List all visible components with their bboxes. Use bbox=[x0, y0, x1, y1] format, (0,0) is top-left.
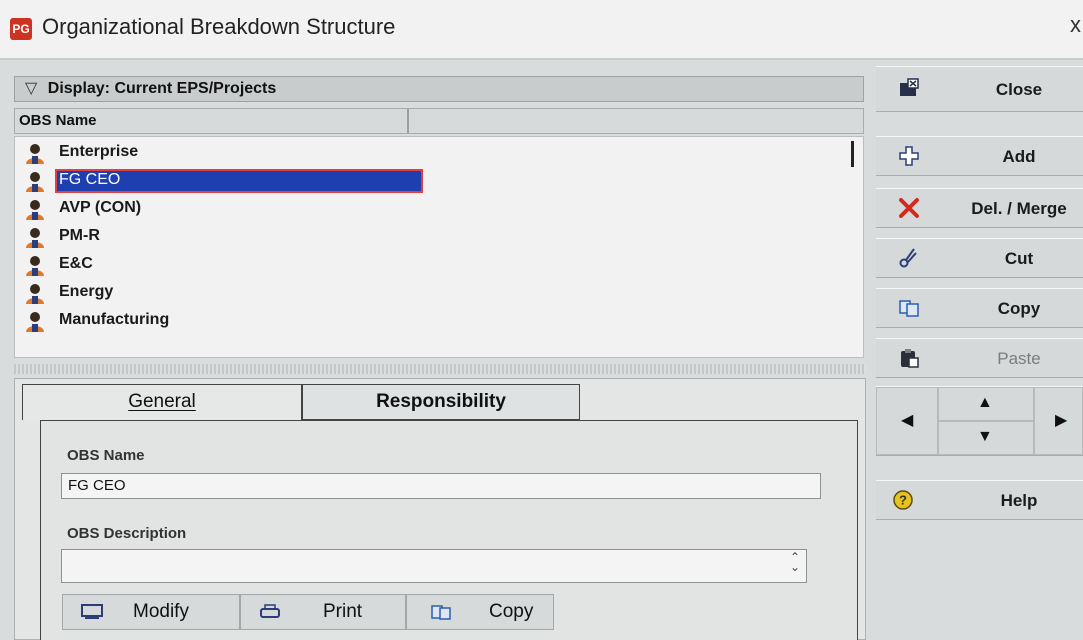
arrow-down-icon: ▼ bbox=[977, 428, 993, 445]
obs-description-field[interactable]: ⌃ ⌄ bbox=[61, 549, 807, 583]
tab-general[interactable]: General bbox=[22, 384, 302, 420]
tab-responsibility[interactable]: Responsibility bbox=[302, 384, 580, 420]
paste-button[interactable]: Paste bbox=[876, 338, 1083, 378]
obs-name-value: FG CEO bbox=[68, 477, 126, 494]
list-item-label: Enterprise bbox=[59, 143, 139, 160]
list-item-label: FG CEO bbox=[59, 171, 121, 188]
scroll-indicator[interactable] bbox=[851, 141, 854, 167]
display-filter-label: Display: Current EPS/Projects bbox=[47, 80, 277, 97]
list-item-label: PM-R bbox=[59, 227, 100, 244]
list-item[interactable]: PM-R bbox=[15, 223, 835, 251]
title-bar: PG Organizational Breakdown Structure x bbox=[0, 0, 1083, 60]
cut-icon bbox=[899, 248, 917, 268]
list-item[interactable]: FG CEO bbox=[15, 167, 835, 195]
person-icon bbox=[23, 283, 47, 305]
paste-icon bbox=[901, 349, 919, 368]
person-icon bbox=[23, 143, 47, 165]
column-header-obs-name[interactable]: OBS Name bbox=[15, 109, 409, 133]
spinner-icon[interactable]: ⌃ ⌄ bbox=[790, 551, 800, 573]
help-icon: ? bbox=[893, 490, 913, 510]
panel-splitter[interactable] bbox=[14, 364, 866, 374]
column-header: OBS Name bbox=[14, 108, 864, 134]
help-button[interactable]: ? Help bbox=[876, 480, 1083, 520]
cut-label: Cut bbox=[1004, 249, 1034, 268]
list-item[interactable]: AVP (CON) bbox=[15, 195, 835, 223]
add-button[interactable]: Add bbox=[876, 136, 1083, 176]
list-item[interactable]: Manufacturing bbox=[15, 307, 835, 335]
add-label: Add bbox=[1002, 147, 1036, 166]
detail-copy-label: Copy bbox=[489, 601, 534, 622]
nav-right-button[interactable]: ▶ bbox=[1034, 387, 1083, 455]
obs-description-label: OBS Description bbox=[67, 525, 187, 542]
person-icon bbox=[23, 255, 47, 277]
delete-icon bbox=[899, 198, 919, 218]
close-label: Close bbox=[995, 80, 1043, 99]
window-close-icon[interactable]: x bbox=[1070, 12, 1081, 38]
obs-list[interactable]: Enterprise FG CEO AVP (CON) PM-R E&C Energy Ma… bbox=[14, 136, 864, 358]
person-icon bbox=[23, 311, 47, 333]
person-icon bbox=[23, 199, 47, 221]
nav-left-button[interactable]: ◀ bbox=[876, 387, 938, 455]
toolbar-copy-icon bbox=[899, 300, 919, 317]
print-label: Print bbox=[323, 601, 363, 622]
modify-icon bbox=[81, 604, 103, 619]
help-label: Help bbox=[1000, 491, 1038, 510]
detail-copy-button[interactable]: Copy bbox=[406, 594, 554, 630]
svg-text:?: ? bbox=[899, 493, 907, 508]
add-icon bbox=[899, 146, 919, 166]
obs-name-field[interactable]: FG CEO bbox=[61, 473, 821, 499]
nav-down-button[interactable]: ▼ bbox=[938, 421, 1034, 455]
arrow-up-icon: ▲ bbox=[977, 394, 993, 411]
close-icon bbox=[900, 78, 919, 96]
modify-label: Modify bbox=[133, 601, 189, 622]
list-item-label: Energy bbox=[59, 283, 114, 300]
obs-name-label: OBS Name bbox=[67, 447, 145, 464]
close-button[interactable]: Close bbox=[876, 66, 1083, 112]
app-icon: PG bbox=[10, 18, 32, 40]
delete-merge-label: Del. / Merge bbox=[971, 199, 1067, 218]
list-item-label: E&C bbox=[59, 255, 93, 272]
list-item-label: AVP (CON) bbox=[59, 199, 142, 216]
print-button[interactable]: Print bbox=[240, 594, 406, 630]
list-item-label: Manufacturing bbox=[59, 311, 170, 328]
list-item[interactable]: Energy bbox=[15, 279, 835, 307]
modify-button[interactable]: Modify bbox=[62, 594, 240, 630]
paste-label: Paste bbox=[997, 349, 1041, 368]
person-icon bbox=[23, 171, 47, 193]
tab-general-label: General bbox=[128, 391, 196, 412]
navigation-pad: ◀ ▲ ▼ ▶ bbox=[876, 386, 1083, 456]
display-filter-bar[interactable]: ▽ Display: Current EPS/Projects bbox=[14, 76, 864, 102]
delete-merge-button[interactable]: Del. / Merge bbox=[876, 188, 1083, 228]
copy-label: Copy bbox=[997, 299, 1041, 318]
cut-button[interactable]: Cut bbox=[876, 238, 1083, 278]
triangle-down-icon: ▽ bbox=[25, 80, 38, 97]
window-title: Organizational Breakdown Structure bbox=[42, 14, 396, 39]
list-item[interactable]: E&C bbox=[15, 251, 835, 279]
nav-up-button[interactable]: ▲ bbox=[938, 387, 1034, 421]
tab-responsibility-label: Responsibility bbox=[376, 391, 506, 412]
copy-button[interactable]: Copy bbox=[876, 288, 1083, 328]
copy-icon bbox=[431, 605, 451, 620]
print-icon bbox=[260, 604, 280, 618]
arrow-right-icon: ▶ bbox=[1055, 412, 1068, 429]
arrow-left-icon: ◀ bbox=[901, 412, 914, 429]
person-icon bbox=[23, 227, 47, 249]
list-item[interactable]: Enterprise bbox=[15, 139, 835, 167]
